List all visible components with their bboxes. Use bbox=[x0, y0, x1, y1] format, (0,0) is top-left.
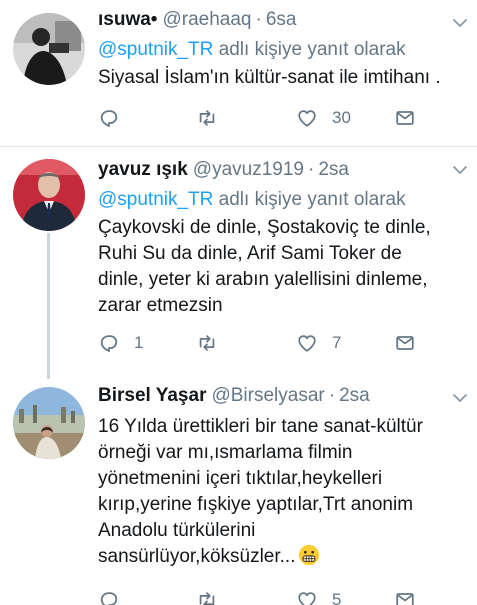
reply-button[interactable] bbox=[98, 587, 134, 605]
separator-dot: · bbox=[328, 385, 336, 406]
mention-link[interactable]: @sputnik_TR bbox=[98, 39, 213, 60]
like-count: 7 bbox=[332, 333, 342, 352]
envelope-icon bbox=[396, 336, 414, 350]
reply-icon bbox=[100, 335, 118, 352]
timestamp[interactable]: 2sa bbox=[318, 158, 349, 182]
separator-dot: · bbox=[307, 159, 315, 180]
envelope-icon bbox=[396, 111, 414, 125]
direct-message-button[interactable] bbox=[394, 330, 416, 356]
like-count: 5 bbox=[332, 590, 342, 605]
grimacing-face-icon bbox=[299, 544, 320, 566]
avatar[interactable] bbox=[13, 159, 85, 231]
reply-context-text: adlı kişiye yanıt olarak bbox=[213, 189, 406, 210]
author-handle[interactable]: @raehaaq bbox=[162, 8, 251, 32]
tweet-header: ısuwa• @raehaaq · 6sa bbox=[98, 8, 467, 36]
like-button[interactable]: 5 bbox=[296, 587, 341, 605]
chevron-down-icon[interactable] bbox=[451, 389, 469, 407]
tweet-3[interactable]: Birsel Yaşar @Birselyasar · 2sa 16 Yılda… bbox=[0, 375, 477, 605]
chevron-down-icon[interactable] bbox=[451, 161, 469, 179]
reply-button[interactable]: 1 bbox=[98, 330, 143, 356]
author-handle[interactable]: @yavuz1919 bbox=[193, 158, 304, 182]
tweet-text: Çaykovski de dinle, Şostakoviç te dinle,… bbox=[98, 215, 467, 319]
separator-dot: · bbox=[255, 9, 262, 30]
tweet-2[interactable]: yavuz ışık @yavuz1919 · 2sa @sputnik_TR … bbox=[0, 147, 477, 379]
tweet-text-line: dinle, yeter ki arabın yalellisini dinle… bbox=[98, 269, 428, 290]
retweet-icon bbox=[199, 110, 215, 126]
author-handle[interactable]: @Birselyasar bbox=[211, 384, 324, 408]
reply-icon bbox=[100, 592, 118, 605]
tweet-text-line: Ruhi Su da dinle, Arif Sami Toker de bbox=[98, 243, 402, 264]
author-name[interactable]: Birsel Yaşar bbox=[98, 384, 206, 408]
heart-icon bbox=[298, 110, 316, 127]
tweet-header: yavuz ışık @yavuz1919 · 2sa bbox=[98, 158, 467, 186]
tweet-header: Birsel Yaşar @Birselyasar · 2sa bbox=[98, 384, 467, 412]
retweet-button[interactable] bbox=[196, 330, 232, 356]
timestamp[interactable]: 2sa bbox=[339, 384, 370, 408]
tweet-text-line: 16 Yılda ürettikleri bir tane sanat-kült… bbox=[98, 416, 423, 437]
tweet-text-line: yönetmenini içeri tıktılar,heykelleri bbox=[98, 468, 383, 489]
tweet-1[interactable]: ısuwa• @raehaaq · 6sa @sputnik_TR adlı k… bbox=[0, 0, 477, 146]
tweet-text: 16 Yılda ürettikleri bir tane sanat-kült… bbox=[98, 414, 467, 570]
like-button[interactable]: 30 bbox=[296, 105, 351, 131]
tweet-text-line: kırıp,yerine fışkiye yaptılar,Trt anonim bbox=[98, 494, 414, 515]
tweet-text-line: Siyasal İslam'ın kültür-sanat ile imtiha… bbox=[98, 67, 441, 88]
avatar[interactable] bbox=[13, 387, 85, 459]
direct-message-button[interactable] bbox=[394, 587, 416, 605]
chevron-down-icon[interactable] bbox=[451, 14, 469, 32]
thread-connector bbox=[47, 233, 50, 379]
retweet-icon bbox=[199, 335, 215, 351]
author-name[interactable]: yavuz ışık bbox=[98, 158, 188, 182]
tweet-text-line: Çaykovski de dinle, Şostakoviç te dinle, bbox=[98, 217, 431, 238]
envelope-icon bbox=[396, 593, 414, 605]
tweet-actions: 1 7 bbox=[98, 330, 438, 356]
like-button[interactable]: 7 bbox=[296, 330, 341, 356]
like-count: 30 bbox=[332, 108, 351, 127]
avatar[interactable] bbox=[13, 13, 85, 85]
direct-message-button[interactable] bbox=[394, 105, 416, 131]
tweet-text: Siyasal İslam'ın kültür-sanat ile imtiha… bbox=[98, 65, 467, 91]
tweet-text-line: örneği var mı,ısmarlama filmin bbox=[98, 442, 353, 463]
mention-link[interactable]: @sputnik_TR bbox=[98, 189, 213, 210]
tweet-actions: 30 bbox=[98, 105, 438, 131]
tweet-actions: 5 bbox=[98, 587, 438, 605]
reply-icon bbox=[100, 110, 118, 127]
reply-button[interactable] bbox=[98, 105, 134, 131]
reply-context: @sputnik_TR adlı kişiye yanıt olarak bbox=[98, 187, 467, 213]
heart-icon bbox=[298, 335, 316, 352]
tweet-text-line: Anadolu türkülerini bbox=[98, 520, 256, 541]
author-name[interactable]: ısuwa• bbox=[98, 8, 157, 32]
retweet-icon bbox=[199, 592, 215, 605]
heart-icon bbox=[298, 592, 316, 605]
tweet-text-line: sansürlüyor,köksüzler... bbox=[98, 546, 296, 567]
retweet-button[interactable] bbox=[196, 105, 232, 131]
reply-context: @sputnik_TR adlı kişiye yanıt olarak bbox=[98, 37, 467, 63]
timestamp[interactable]: 6sa bbox=[266, 8, 297, 32]
tweet-text-line-with-emoji: sansürlüyor,köksüzler... bbox=[98, 544, 467, 570]
reply-context-text: adlı kişiye yanıt olarak bbox=[213, 39, 406, 60]
tweet-text-line: zarar etmezsin bbox=[98, 295, 223, 316]
reply-count: 1 bbox=[134, 333, 144, 352]
retweet-button[interactable] bbox=[196, 587, 232, 605]
